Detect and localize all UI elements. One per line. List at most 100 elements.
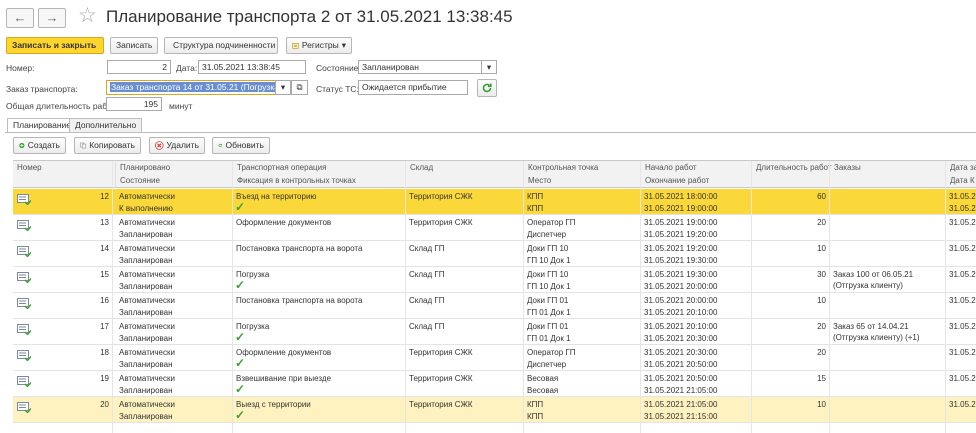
delete-label: Удалить	[166, 140, 199, 150]
refresh-button[interactable]: Обновить	[212, 137, 270, 154]
table-row[interactable]: 19 Автоматически Запланирован Взвешивание п…	[13, 371, 976, 397]
cell-planned: Автоматически	[119, 270, 175, 279]
cell-date: 31.05.2	[949, 218, 976, 227]
refresh-label: Обновить	[225, 140, 265, 150]
cell-state: Запланирован	[119, 386, 173, 395]
cell-stock: Склад ГП	[409, 296, 445, 305]
column-divider	[523, 161, 524, 433]
operations-table: Номер Планировано Состояние Транспортная…	[13, 160, 976, 433]
favorite-star-icon[interactable]: ☆	[78, 5, 97, 27]
cell-planned: Автоматически	[119, 322, 175, 331]
status-dropdown-button[interactable]: ▾	[481, 60, 497, 74]
cell-date: 31.05.2	[949, 270, 976, 279]
table-row[interactable]: 16 Автоматически Запланирован Постановка тр…	[13, 293, 976, 319]
header-place[interactable]: Место	[523, 175, 551, 188]
header-stock[interactable]: Склад	[405, 162, 433, 175]
column-divider	[640, 161, 641, 433]
save-button[interactable]: Записать	[110, 37, 158, 54]
cell-end: 31.05.2021 21:05:00	[644, 386, 718, 395]
status-select[interactable]: Запланирован	[358, 60, 482, 74]
header-end[interactable]: Окончание работ	[640, 175, 709, 188]
duration-field[interactable]: 195	[106, 97, 162, 111]
cell-end: 31.05.2021 19:20:00	[644, 230, 718, 239]
table-row[interactable]: 18 Автоматически Запланирован Оформление до…	[13, 345, 976, 371]
cell-orders: Заказ 65 от 14.04.21 (Отгрузка клиенту) …	[833, 322, 920, 342]
cell-number: 19	[100, 374, 109, 383]
window-header: ← → ☆ Планирование транспорта 2 от 31.05…	[0, 0, 976, 36]
order-label: Заказ транспорта:	[6, 84, 78, 94]
tc-status-label: Статус ТС:	[316, 84, 359, 94]
cell-state: К выполнению	[119, 204, 173, 213]
header-number[interactable]: Номер	[13, 162, 42, 175]
cell-operation: Оформление документов	[236, 348, 332, 357]
tc-status-field[interactable]: Ожидается прибытие	[358, 80, 468, 95]
order-value: Заказ транспорта 14 от 31.05.21 (Погрузк…	[110, 82, 275, 92]
cell-start: 31.05.2021 20:00:00	[644, 296, 718, 305]
tab-planning[interactable]: Планирование	[7, 118, 78, 133]
refresh-status-button[interactable]	[477, 79, 497, 97]
header-checkpoint[interactable]: Контрольная точка	[523, 162, 598, 175]
delete-button[interactable]: Удалить	[149, 137, 205, 154]
header-planned[interactable]: Планировано	[115, 162, 170, 175]
cell-planned: Автоматически	[119, 400, 175, 409]
number-field[interactable]: 2	[107, 60, 171, 74]
save-and-close-button[interactable]: Записать и закрыть	[6, 37, 104, 54]
table-row[interactable]: 12 Автоматически К выполнению Въезд на терр…	[13, 189, 976, 215]
header-operation[interactable]: Транспортная операция	[232, 162, 326, 175]
cell-number: 17	[100, 322, 109, 331]
cell-checkpoint: Оператор ГП	[527, 348, 576, 357]
cell-stock: Территория СЖК	[409, 400, 473, 409]
cell-checkpoint: КПП	[527, 400, 544, 409]
header-fixation[interactable]: Фиксация в контрольных точках	[232, 175, 356, 188]
structure-label: Структура подчиненности	[173, 40, 276, 50]
order-open-button[interactable]: ⧉	[291, 80, 308, 95]
cell-date-k: 31.05.2	[949, 204, 976, 213]
registers-dropdown[interactable]: Регистры ▾	[286, 37, 352, 54]
cell-duration: 20	[817, 322, 826, 331]
arrow-right-icon: →	[45, 10, 59, 25]
cell-number: 14	[100, 244, 109, 253]
cell-planned: Автоматически	[119, 348, 175, 357]
order-field[interactable]: Заказ транспорта 14 от 31.05.21 (Погрузк…	[106, 80, 276, 95]
table-row[interactable]: 13 Автоматически Запланирован Оформление до…	[13, 215, 976, 241]
tab-additional[interactable]: Дополнительно	[69, 118, 143, 132]
date-field[interactable]: 31.05.2021 13:38:45	[198, 60, 306, 74]
cell-checkpoint: Доки ГП 01	[527, 296, 569, 305]
header-duration[interactable]: Длительность работ	[751, 162, 832, 175]
table-row[interactable]: 17 Автоматически Запланирован Погрузка Склад…	[13, 319, 976, 345]
header-start[interactable]: Начало работ	[640, 162, 697, 175]
cell-place: Диспетчер	[527, 230, 567, 239]
copy-button[interactable]: Копировать	[74, 137, 141, 154]
cell-start: 31.05.2021 18:00:00	[644, 192, 718, 201]
copy-icon	[80, 142, 86, 149]
table-row[interactable]: 15 Автоматически Запланирован Погрузка Склад…	[13, 267, 976, 293]
registers-icon	[292, 43, 299, 49]
cell-checkpoint: Доки ГП 10	[527, 244, 569, 253]
cell-stock: Склад ГП	[409, 244, 445, 253]
header-state[interactable]: Состояние	[115, 175, 160, 188]
forward-button[interactable]: →	[38, 8, 66, 28]
header-date-k[interactable]: Дата К	[945, 175, 975, 188]
cell-state: Запланирован	[119, 360, 173, 369]
column-divider	[405, 161, 406, 433]
cell-checkpoint: КПП	[527, 192, 544, 201]
create-button[interactable]: Создать	[13, 137, 66, 154]
cell-operation: Постановка транспорта на ворота	[236, 296, 363, 305]
cell-place: ГП 01 Док 1	[527, 334, 571, 343]
arrow-left-icon: ←	[13, 10, 27, 25]
back-button[interactable]: ←	[6, 8, 34, 28]
structure-button[interactable]: Структура подчиненности	[164, 37, 278, 54]
table-row[interactable]: 20 Автоматически Запланирован Выезд с терри…	[13, 397, 976, 423]
header-date[interactable]: Дата за	[945, 162, 976, 175]
cell-place: ГП 01 Док 1	[527, 308, 571, 317]
header-orders[interactable]: Заказы	[829, 162, 861, 175]
cell-duration: 15	[817, 374, 826, 383]
cell-operation: Взвешивание при выезде	[236, 374, 332, 383]
cell-stock: Склад ГП	[409, 322, 445, 331]
order-dropdown-button[interactable]: ▾	[275, 80, 291, 95]
cell-start: 31.05.2021 20:50:00	[644, 374, 718, 383]
table-row[interactable]: 14 Автоматически Запланирован Постановка тр…	[13, 241, 976, 267]
cell-end: 31.05.2021 20:10:00	[644, 308, 718, 317]
chevron-down-icon: ▾	[486, 62, 492, 72]
cell-number: 16	[100, 296, 109, 305]
